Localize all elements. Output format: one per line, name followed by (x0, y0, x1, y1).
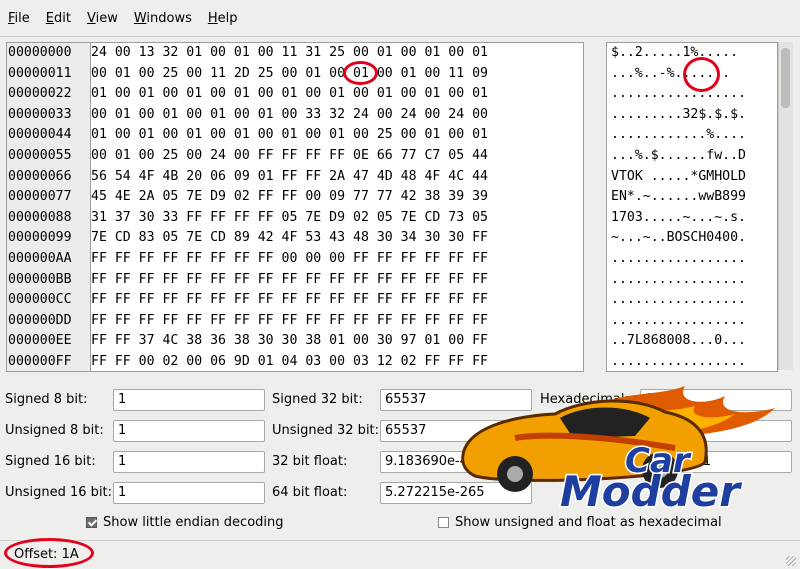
offset-row: 00000044 (8, 127, 72, 143)
unsigned-32-bit-label: Unsigned 32 bit: (272, 423, 380, 438)
offset-row: 00000066 (8, 168, 72, 184)
menu-mnemonic: V (86, 10, 96, 26)
offset-row: 000000FF (8, 353, 72, 369)
ascii-row[interactable]: ................. (607, 352, 777, 371)
signed-32-bit-label: Signed 32 bit: (272, 392, 363, 407)
unsigned-hex-checkbox[interactable] (438, 517, 449, 528)
ascii-row[interactable]: ................. (607, 290, 777, 311)
menu-mnemonic: E (45, 10, 54, 26)
hex-row[interactable]: FF FF FF FF FF FF FF FF FF FF FF FF FF F… (91, 311, 488, 332)
offset-row: 00000033 (8, 106, 72, 122)
ascii-row[interactable]: ~...~..BOSCH0400. (607, 228, 777, 249)
menu-bar: File Edit View Windows Help (0, 0, 800, 37)
offset-row: 000000BB (8, 271, 72, 287)
float-32-bit-label: 32 bit float: (272, 454, 348, 469)
hex-row[interactable]: 24 00 13 32 01 00 01 00 11 31 25 00 01 0… (91, 43, 488, 64)
hex-row[interactable]: 01 00 01 00 01 00 01 00 01 00 01 00 01 0… (91, 84, 488, 105)
offset-row: 00000022 (8, 86, 72, 102)
offset-row: 000000DD (8, 312, 72, 328)
hex-row[interactable]: FF FF FF FF FF FF FF FF 00 00 00 FF FF F… (91, 249, 488, 270)
annotation-circle-ascii (683, 57, 720, 92)
car-modder-logo: Car Modder (455, 378, 800, 518)
unsigned-16-bit-field[interactable]: 1 (113, 482, 265, 504)
menu-mnemonic: F (8, 10, 15, 26)
annotation-circle-hex-byte (343, 61, 378, 85)
svg-text:Modder: Modder (560, 467, 742, 516)
status-bar: Offset: 1A (0, 540, 800, 569)
menu-edit[interactable]: Edit (38, 11, 79, 26)
hex-row[interactable]: 56 54 4F 4B 20 06 09 01 FF FF 2A 47 4D 4… (91, 167, 488, 188)
menu-help[interactable]: Help (200, 11, 246, 26)
offset-row: 00000011 (8, 65, 72, 81)
annotation-circle-offset (4, 538, 94, 568)
offset-row: 00000088 (8, 209, 72, 225)
menu-file[interactable]: File (0, 11, 38, 26)
hex-row[interactable]: 00 01 00 25 00 11 2D 25 00 01 00 01 00 0… (91, 64, 488, 85)
ascii-row[interactable]: .........32$.$.$. (607, 105, 777, 126)
menu-windows[interactable]: Windows (126, 11, 200, 26)
hex-row[interactable]: FF FF 00 02 00 06 9D 01 04 03 00 03 12 0… (91, 352, 488, 371)
little-endian-checkbox[interactable] (86, 517, 97, 528)
hex-row[interactable]: 00 01 00 01 00 01 00 01 00 33 32 24 00 2… (91, 105, 488, 126)
little-endian-label: Show little endian decoding (103, 515, 284, 530)
hex-row[interactable]: 45 4E 2A 05 7E D9 02 FF FF 00 09 77 77 4… (91, 187, 488, 208)
ascii-row[interactable]: ............%.... (607, 125, 777, 146)
hex-row[interactable]: FF FF FF FF FF FF FF FF FF FF FF FF FF F… (91, 270, 488, 291)
hex-row[interactable]: 7E CD 83 05 7E CD 89 42 4F 53 43 48 30 3… (91, 228, 488, 249)
unsigned-16-bit-label: Unsigned 16 bit: (5, 485, 113, 500)
hex-row[interactable]: 00 01 00 25 00 24 00 FF FF FF FF 0E 66 7… (91, 146, 488, 167)
ascii-row[interactable]: ...%.$......fw..D (607, 146, 777, 167)
signed-16-bit-label: Signed 16 bit: (5, 454, 96, 469)
scrollbar-thumb[interactable] (781, 48, 790, 108)
signed-16-bit-field[interactable]: 1 (113, 451, 265, 473)
ascii-view[interactable]: $..2.....1%..... ...%..-%................… (606, 42, 778, 372)
signed-8-bit-field[interactable]: 1 (113, 389, 265, 411)
menu-view[interactable]: View (79, 11, 126, 26)
vertical-scrollbar[interactable] (778, 42, 793, 370)
menu-mnemonic: H (207, 10, 218, 26)
ascii-row[interactable]: 1703.....~...~.s. (607, 208, 777, 229)
float-64-bit-label: 64 bit float: (272, 485, 348, 500)
menu-mnemonic: W (133, 10, 147, 26)
hex-bytes[interactable]: 24 00 13 32 01 00 01 00 11 31 25 00 01 0… (91, 43, 488, 371)
hex-row[interactable]: FF FF FF FF FF FF FF FF FF FF FF FF FF F… (91, 290, 488, 311)
resize-grip-icon[interactable] (786, 556, 796, 566)
hex-row[interactable]: FF FF 37 4C 38 36 38 30 30 38 01 00 30 9… (91, 331, 488, 352)
offset-row: 00000000 (8, 45, 72, 60)
offset-row: 000000CC (8, 292, 72, 308)
offset-row: 00000099 (8, 230, 72, 246)
hex-row[interactable]: 31 37 30 33 FF FF FF FF 05 7E D9 02 05 7… (91, 208, 488, 229)
ascii-row[interactable]: ................. (607, 311, 777, 332)
offset-column: 00000000 00000011 00000022 00000033 00000044… (7, 43, 91, 371)
signed-8-bit-label: Signed 8 bit: (5, 392, 88, 407)
hex-view[interactable]: 00000000 00000011 00000022 00000033 00000044… (6, 42, 584, 372)
offset-row: 000000EE (8, 333, 72, 349)
offset-row: 00000077 (8, 189, 72, 205)
unsigned-8-bit-field[interactable]: 1 (113, 420, 265, 442)
ascii-row[interactable]: ................. (607, 249, 777, 270)
offset-row: 00000055 (8, 147, 72, 163)
hex-row[interactable]: 01 00 01 00 01 00 01 00 01 00 01 00 25 0… (91, 125, 488, 146)
ascii-row[interactable]: ..7L868008...0... (607, 331, 777, 352)
ascii-row[interactable]: ................. (607, 270, 777, 291)
unsigned-8-bit-label: Unsigned 8 bit: (5, 423, 104, 438)
little-endian-option[interactable]: Show little endian decoding (86, 515, 284, 530)
ascii-row[interactable]: EN*.~......wwB899 (607, 187, 777, 208)
offset-row: 000000AA (8, 250, 72, 266)
ascii-row[interactable]: VTOK .....*GMHOLD (607, 167, 777, 188)
